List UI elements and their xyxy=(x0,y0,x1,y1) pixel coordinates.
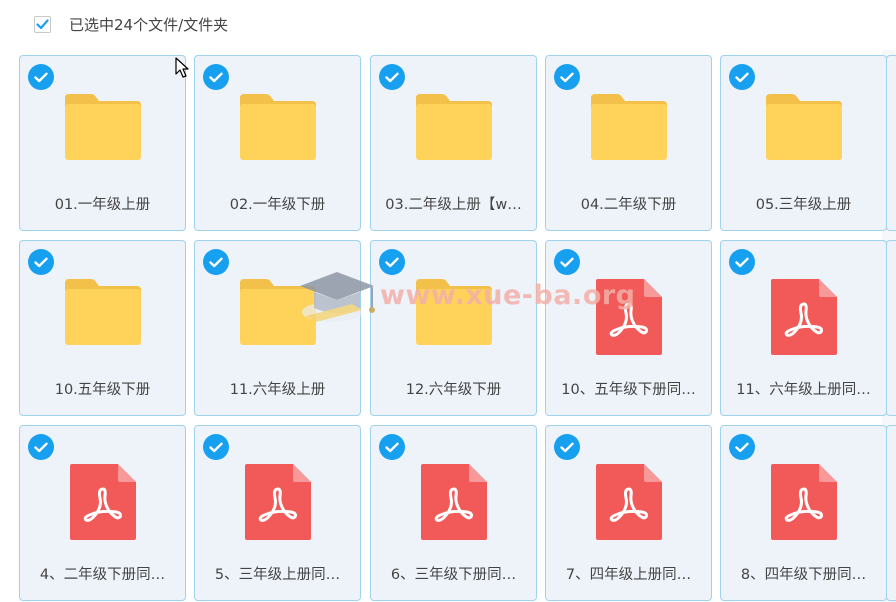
pdf-file-icon xyxy=(595,464,662,540)
file-name: 02.一年级下册 xyxy=(229,197,326,213)
selection-count-label: 已选中24个文件/文件夹 xyxy=(69,16,229,34)
folder-icon xyxy=(415,279,492,345)
pdf-icon-wrap xyxy=(721,462,886,542)
file-name: 7、四年级上册同… xyxy=(565,567,692,583)
file-name: 8、四年级下册同… xyxy=(740,567,867,583)
selected-check-icon[interactable] xyxy=(554,249,580,275)
file-name: 05.三年级上册 xyxy=(755,197,852,213)
folder-icon xyxy=(765,94,842,160)
folder-card[interactable]: 02.一年级下册 xyxy=(194,55,361,231)
file-card-offscreen[interactable] xyxy=(886,55,896,231)
folder-icon-wrap xyxy=(371,92,536,172)
checkmark-icon xyxy=(34,442,48,452)
pdf-file-card[interactable]: 11、六年级上册同… xyxy=(720,240,887,416)
checkmark-icon xyxy=(34,72,48,82)
selected-check-icon[interactable] xyxy=(379,434,405,460)
folder-icon-wrap xyxy=(20,92,185,172)
folder-icon xyxy=(239,94,316,160)
pdf-icon-wrap xyxy=(721,277,886,357)
pdf-icon-wrap xyxy=(546,277,711,357)
pdf-file-card[interactable]: 4、二年级下册同… xyxy=(19,425,186,601)
checkmark-icon xyxy=(34,257,48,267)
file-card-offscreen[interactable] xyxy=(886,425,896,601)
checkmark-icon xyxy=(36,19,49,30)
checkmark-icon xyxy=(735,442,749,452)
folder-icon-wrap xyxy=(371,277,536,357)
pdf-file-icon xyxy=(770,464,837,540)
selected-check-icon[interactable] xyxy=(729,249,755,275)
selected-check-icon[interactable] xyxy=(28,434,54,460)
select-all-checkbox[interactable] xyxy=(34,16,51,33)
folder-icon xyxy=(64,279,141,345)
pdf-file-card[interactable]: 5、三年级上册同… xyxy=(194,425,361,601)
file-name: 11、六年级上册同… xyxy=(736,382,871,398)
checkmark-icon xyxy=(385,442,399,452)
selected-check-icon[interactable] xyxy=(554,64,580,90)
selected-check-icon[interactable] xyxy=(729,434,755,460)
folder-card[interactable]: 11.六年级上册 xyxy=(194,240,361,416)
pdf-icon-wrap xyxy=(371,462,536,542)
pdf-icon-wrap xyxy=(20,462,185,542)
file-name: 03.二年级上册【w… xyxy=(385,197,522,213)
file-name: 11.六年级上册 xyxy=(229,382,326,398)
selected-check-icon[interactable] xyxy=(379,249,405,275)
pdf-file-icon xyxy=(770,279,837,355)
folder-icon xyxy=(415,94,492,160)
selection-toolbar: 已选中24个文件/文件夹 xyxy=(0,0,896,50)
checkmark-icon xyxy=(209,72,223,82)
folder-card[interactable]: 10.五年级下册 xyxy=(19,240,186,416)
file-name: 04.二年级下册 xyxy=(580,197,677,213)
file-name: 5、三年级上册同… xyxy=(214,567,341,583)
folder-icon-wrap xyxy=(546,92,711,172)
pdf-file-icon xyxy=(420,464,487,540)
pdf-file-icon xyxy=(69,464,136,540)
checkmark-icon xyxy=(735,72,749,82)
selected-check-icon[interactable] xyxy=(554,434,580,460)
pdf-file-icon xyxy=(595,279,662,355)
selected-check-icon[interactable] xyxy=(203,64,229,90)
checkmark-icon xyxy=(385,72,399,82)
folder-icon-wrap xyxy=(195,277,360,357)
folder-card[interactable]: 04.二年级下册 xyxy=(545,55,712,231)
pdf-icon-wrap xyxy=(546,462,711,542)
checkmark-icon xyxy=(385,257,399,267)
left-gutter xyxy=(0,50,14,602)
selected-check-icon[interactable] xyxy=(379,64,405,90)
pdf-icon-wrap xyxy=(195,462,360,542)
file-name: 12.六年级下册 xyxy=(405,382,502,398)
folder-icon xyxy=(239,279,316,345)
selected-check-icon[interactable] xyxy=(28,249,54,275)
folder-icon xyxy=(64,94,141,160)
file-name: 10、五年级下册同… xyxy=(561,382,696,398)
checkmark-icon xyxy=(209,442,223,452)
file-name: 6、三年级下册同… xyxy=(390,567,517,583)
folder-card[interactable]: 12.六年级下册 xyxy=(370,240,537,416)
folder-card[interactable]: 05.三年级上册 xyxy=(720,55,887,231)
checkmark-icon xyxy=(560,72,574,82)
folder-icon xyxy=(590,94,667,160)
pdf-file-card[interactable]: 6、三年级下册同… xyxy=(370,425,537,601)
checkmark-icon xyxy=(735,257,749,267)
mouse-cursor-icon xyxy=(175,57,189,78)
folder-icon-wrap xyxy=(721,92,886,172)
checkmark-icon xyxy=(560,442,574,452)
file-name: 10.五年级下册 xyxy=(54,382,151,398)
file-name: 4、二年级下册同… xyxy=(39,567,166,583)
selected-check-icon[interactable] xyxy=(203,249,229,275)
checkmark-icon xyxy=(209,257,223,267)
file-name: 01.一年级上册 xyxy=(54,197,151,213)
pdf-file-card[interactable]: 8、四年级下册同… xyxy=(720,425,887,601)
selected-check-icon[interactable] xyxy=(203,434,229,460)
selected-check-icon[interactable] xyxy=(729,64,755,90)
pdf-file-icon xyxy=(244,464,311,540)
checkmark-icon xyxy=(560,257,574,267)
pdf-file-card[interactable]: 10、五年级下册同… xyxy=(545,240,712,416)
selected-check-icon[interactable] xyxy=(28,64,54,90)
file-card-offscreen[interactable] xyxy=(886,240,896,416)
pdf-file-card[interactable]: 7、四年级上册同… xyxy=(545,425,712,601)
folder-icon-wrap xyxy=(20,277,185,357)
folder-card[interactable]: 01.一年级上册 xyxy=(19,55,186,231)
folder-card[interactable]: 03.二年级上册【w… xyxy=(370,55,537,231)
folder-icon-wrap xyxy=(195,92,360,172)
